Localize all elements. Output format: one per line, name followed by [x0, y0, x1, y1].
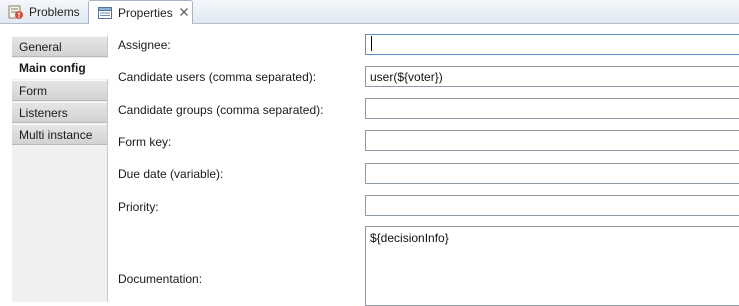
sidebar-item-label: General: [19, 40, 62, 54]
tab-label: Properties: [118, 6, 173, 20]
form-key-field[interactable]: [365, 130, 739, 151]
sidebar-item-label: Multi instance: [19, 128, 93, 142]
candidate-groups-field[interactable]: [365, 98, 739, 119]
sidebar-item-label: Main config: [19, 61, 86, 75]
priority-label: Priority:: [118, 200, 159, 214]
sidebar-item-label: Form: [19, 84, 47, 98]
tab-label: Problems: [29, 5, 80, 19]
sidebar-item-form[interactable]: Form: [12, 80, 107, 101]
due-date-field[interactable]: [365, 163, 739, 184]
sidebar-item-listeners[interactable]: Listeners: [12, 102, 107, 123]
documentation-label: Documentation:: [118, 272, 203, 286]
candidate-users-field[interactable]: [365, 66, 739, 87]
close-icon[interactable]: [179, 7, 189, 19]
tab-properties[interactable]: Properties: [88, 0, 193, 25]
properties-icon: [97, 5, 113, 21]
text-caret: [371, 36, 372, 51]
candidate-users-label: Candidate users (comma separated):: [118, 70, 317, 84]
priority-field[interactable]: [365, 195, 739, 216]
problems-icon: [8, 4, 24, 20]
sidebar-item-general[interactable]: General: [12, 36, 107, 57]
candidate-groups-label: Candidate groups (comma separated):: [118, 103, 324, 117]
due-date-label: Due date (variable):: [118, 167, 224, 181]
form-key-label: Form key:: [118, 135, 172, 149]
assignee-field[interactable]: [365, 34, 739, 55]
sidebar-item-multi-instance[interactable]: Multi instance: [12, 124, 107, 145]
tab-problems[interactable]: Problems: [0, 0, 88, 24]
properties-sidebar: General Main config Form Listeners Multi…: [12, 36, 109, 302]
view-tab-strip: Problems Properties: [0, 0, 739, 25]
sidebar-item-label: Listeners: [19, 106, 68, 120]
documentation-field[interactable]: ${decisionInfo}: [365, 226, 739, 306]
sidebar-item-main-config[interactable]: Main config: [12, 58, 109, 79]
assignee-label: Assignee:: [118, 38, 171, 52]
